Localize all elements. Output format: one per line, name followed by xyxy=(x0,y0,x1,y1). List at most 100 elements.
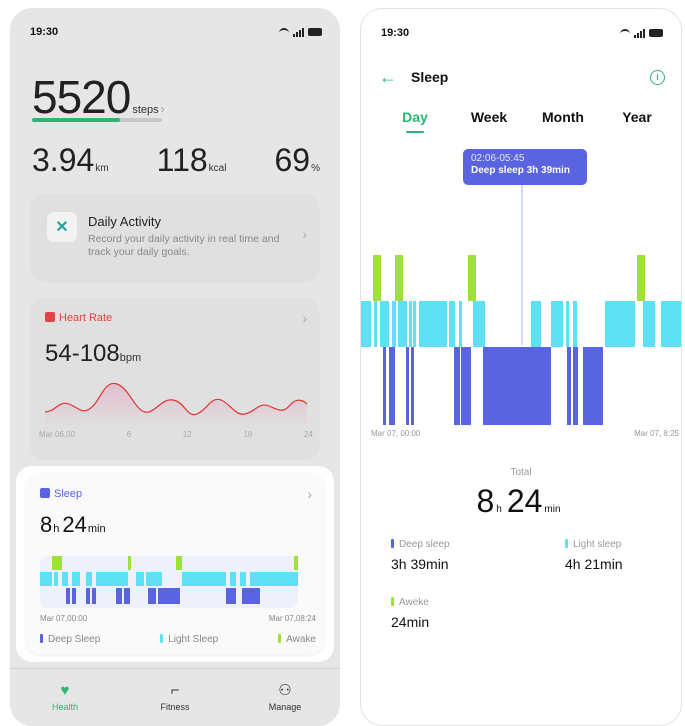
nav-health[interactable]: ♥ Health xyxy=(25,682,105,713)
light-sleep-label: Light sleep xyxy=(565,539,623,550)
awake-sleep-segment xyxy=(395,255,403,301)
sleep-label-text: Sleep xyxy=(54,488,83,500)
heart-rate-card[interactable]: Heart Rate › 54-108 bpm Mar 06,00 6 12 1… xyxy=(31,298,319,458)
axis-tick: 12 xyxy=(182,430,192,439)
deep-sleep-segment xyxy=(583,347,603,425)
heart-rate-label-text: Heart Rate xyxy=(59,312,113,324)
light-sleep-segment xyxy=(409,301,412,347)
tooltip-time: 02:06-05:45 xyxy=(471,153,525,164)
light-sleep-segment xyxy=(605,301,635,347)
deep-sleep-segment xyxy=(406,347,409,425)
sleep-total: 8 h 24 min xyxy=(40,512,109,538)
steps-summary[interactable]: 5520 steps › xyxy=(32,70,165,124)
light-sleep-segment xyxy=(398,301,405,347)
deep-sleep-segment xyxy=(72,588,76,604)
light-sleep-segment xyxy=(230,572,236,586)
period-tabs: Day Week Month Year xyxy=(383,109,669,133)
total-hours-unit: h xyxy=(496,504,502,515)
sleep-hours-unit: h xyxy=(53,523,60,535)
light-sleep-segment xyxy=(40,572,52,586)
light-sleep-segment xyxy=(661,301,681,347)
sleep-minutes-unit: min xyxy=(87,523,106,535)
light-sleep-segment xyxy=(459,301,462,347)
light-sleep-segment xyxy=(62,572,68,586)
deep-sleep-segment xyxy=(86,588,90,604)
axis-tick: 6 xyxy=(126,430,132,439)
awake-value: 24min xyxy=(391,614,430,630)
sleep-card[interactable]: Sleep › 8 h 24 min Mar 07,00:00 Mar 07,0… xyxy=(26,474,324,654)
light-sleep-segment xyxy=(573,301,577,347)
sleep-hours: 8 xyxy=(40,512,53,537)
deep-sleep-segment xyxy=(573,347,578,425)
deep-sleep-segment xyxy=(461,347,471,425)
calories-stat: 118 kcal xyxy=(157,142,227,179)
legend-light-label: Light Sleep xyxy=(168,634,219,645)
light-sleep-segment xyxy=(551,301,563,347)
status-icons xyxy=(279,27,322,37)
deep-sleep-label: Deep sleep xyxy=(391,539,450,550)
deep-sleep-segment xyxy=(411,347,414,425)
axis-tick: Mar 06,00 xyxy=(39,430,76,439)
deep-sleep-segment xyxy=(242,588,260,604)
deep-sleep-segment xyxy=(148,588,156,604)
light-sleep-segment xyxy=(473,301,485,347)
sleep-card-highlight: Sleep › 8 h 24 min Mar 07,00:00 Mar 07,0… xyxy=(16,466,334,662)
legend-awake-label: Awake xyxy=(286,634,316,645)
light-sleep-segment xyxy=(361,301,371,347)
tab-week[interactable]: Week xyxy=(457,109,521,133)
heart-icon: ♥ xyxy=(60,682,70,699)
sleep-axis: Mar 07,00:00 Mar 07,08:24 xyxy=(40,614,316,623)
light-sleep-segment xyxy=(374,301,377,347)
light-sleep-segment xyxy=(96,572,128,586)
deep-sleep-segment xyxy=(226,588,236,604)
legend-light: Light Sleep xyxy=(160,634,218,645)
tab-day[interactable]: Day xyxy=(383,109,447,133)
page-title: Sleep xyxy=(411,69,449,85)
status-time: 19:30 xyxy=(381,27,410,39)
light-sleep-segment xyxy=(250,572,298,586)
deep-sleep-marker xyxy=(40,634,43,643)
signal-icon xyxy=(293,27,304,37)
chevron-right-icon: › xyxy=(302,226,307,242)
calories-value: 118 xyxy=(156,142,208,178)
heart-rate-axis: Mar 06,00 6 12 18 24 xyxy=(39,430,313,439)
tab-year[interactable]: Year xyxy=(605,109,669,133)
info-icon[interactable]: i xyxy=(650,69,665,85)
deep-sleep-segment xyxy=(66,588,70,604)
nav-manage[interactable]: ⚇ Manage xyxy=(245,682,325,713)
person-icon: ⚇ xyxy=(278,682,292,699)
sleep-chart-small xyxy=(40,556,298,608)
wifi-icon xyxy=(279,28,289,36)
deep-sleep-marker xyxy=(391,539,394,548)
total-minutes-unit: min xyxy=(544,504,561,515)
shoe-icon: ⌐ xyxy=(170,682,180,699)
heart-rate-label: Heart Rate xyxy=(45,312,112,324)
total-value: 8 h 24 min xyxy=(361,483,681,520)
daily-activity-description: Record your daily activity in real time … xyxy=(88,233,280,258)
wifi-icon xyxy=(620,29,630,37)
deep-sleep-segment xyxy=(383,347,386,425)
tab-month[interactable]: Month xyxy=(531,109,595,133)
awake-marker xyxy=(278,634,282,643)
awake-sleep-segment xyxy=(52,556,62,570)
nav-fitness[interactable]: ⌐ Fitness xyxy=(135,682,215,713)
steps-progress-bar xyxy=(32,118,162,122)
nav-fitness-label: Fitness xyxy=(160,702,190,712)
chevron-right-icon: › xyxy=(160,102,165,116)
heart-rate-range: 54-108 xyxy=(45,340,120,367)
status-bar: 19:30 xyxy=(381,25,663,41)
heart-icon xyxy=(45,312,55,322)
health-overview-screen: 19:30 5520 steps › 3.94 km 118 kcal 69 %… xyxy=(10,8,340,726)
awake-sleep-segment xyxy=(373,255,381,301)
status-time: 19:30 xyxy=(30,26,59,38)
status-bar: 19:30 xyxy=(30,24,322,40)
total-hours: 8 xyxy=(476,483,495,519)
awake-stat: Aweke 24min xyxy=(391,597,429,630)
daily-activity-card[interactable]: ✕ Daily Activity Record your daily activ… xyxy=(31,194,319,280)
back-arrow-icon[interactable]: ← xyxy=(379,68,397,86)
axis-end: Mar 07, 8:25 xyxy=(634,429,679,438)
heart-rate-chart xyxy=(45,382,307,428)
light-sleep-segment xyxy=(405,301,407,347)
sleep-label: Sleep xyxy=(40,488,82,500)
nav-health-label: Health xyxy=(51,702,78,712)
